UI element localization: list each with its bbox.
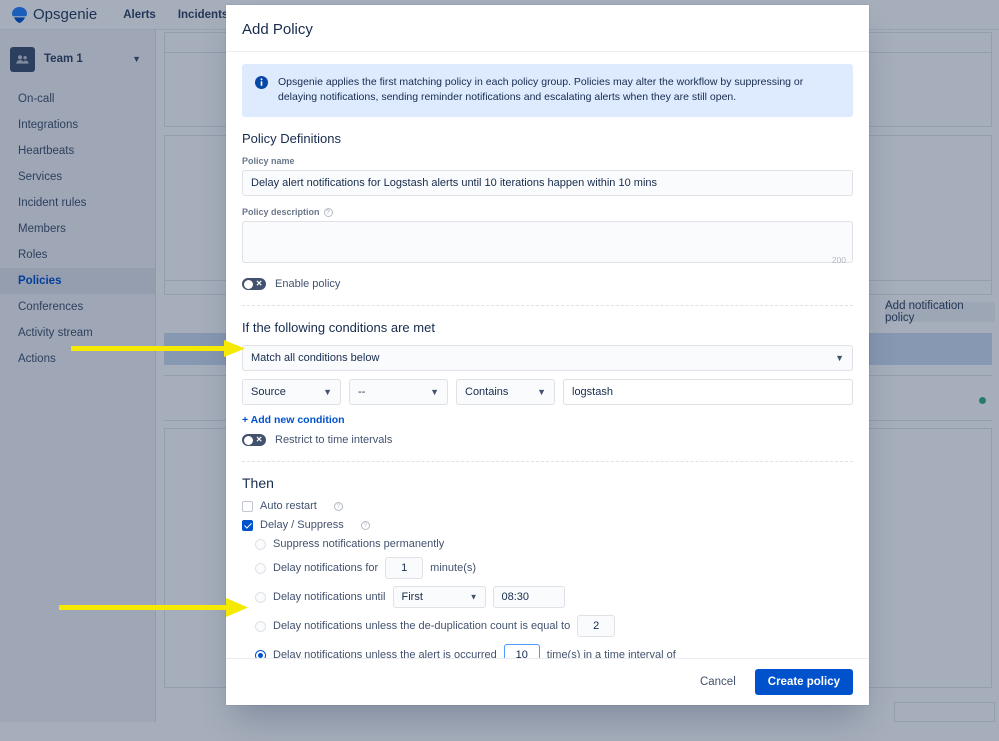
create-policy-button[interactable]: Create policy bbox=[754, 669, 853, 695]
delay-occurrence-suffix-label: time(s) in a time interval of bbox=[546, 649, 676, 658]
option-delay-until[interactable]: Delay notifications until First ▼ 08:30 bbox=[255, 586, 853, 608]
toggle-off-x-icon: ✕ bbox=[255, 279, 263, 288]
condition-value-text: logstash bbox=[572, 386, 613, 398]
delay-for-unit-label: minute(s) bbox=[430, 562, 477, 574]
dialog-title: Add Policy bbox=[242, 21, 313, 38]
delay-until-label: Delay notifications until bbox=[273, 591, 386, 603]
condition-operator-select[interactable]: Contains ▼ bbox=[456, 379, 555, 405]
option-suppress-permanently[interactable]: Suppress notifications permanently bbox=[255, 538, 853, 550]
dialog-body: Opsgenie applies the first matching poli… bbox=[226, 52, 869, 658]
chevron-down-icon: ▼ bbox=[537, 387, 546, 397]
delay-dedup-label: Delay notifications unless the de-duplic… bbox=[273, 620, 571, 632]
add-policy-dialog: Add Policy Opsgenie applies the first ma… bbox=[226, 5, 869, 705]
restrict-time-intervals-label: Restrict to time intervals bbox=[275, 434, 393, 446]
suppress-permanently-radio[interactable] bbox=[255, 538, 266, 550]
conditions-heading: If the following conditions are met bbox=[242, 320, 435, 335]
policy-description-label-text: Policy description bbox=[242, 207, 320, 217]
info-banner: Opsgenie applies the first matching poli… bbox=[242, 64, 853, 117]
suppress-permanently-label: Suppress notifications permanently bbox=[273, 538, 445, 550]
restrict-time-intervals-toggle[interactable]: ✕ bbox=[242, 434, 266, 446]
info-banner-text: Opsgenie applies the first matching poli… bbox=[278, 76, 804, 103]
condition-value-input[interactable]: logstash bbox=[563, 379, 853, 405]
delay-for-label: Delay notifications for bbox=[273, 562, 379, 574]
policy-definitions-heading: Policy Definitions bbox=[242, 131, 341, 146]
condition-operator-value: Contains bbox=[465, 386, 509, 398]
delay-until-time-value: 08:30 bbox=[501, 591, 530, 603]
condition-row: Source ▼ -- ▼ Contains ▼ logstash bbox=[242, 379, 853, 405]
help-icon[interactable]: ? bbox=[333, 501, 343, 511]
chevron-down-icon: ▼ bbox=[430, 387, 439, 397]
delay-suppress-checkbox[interactable] bbox=[242, 519, 253, 531]
toggle-knob bbox=[243, 279, 253, 289]
delay-for-radio[interactable] bbox=[255, 562, 266, 574]
toggle-off-x-icon: ✕ bbox=[255, 435, 263, 444]
delay-suppress-label: Delay / Suppress bbox=[260, 519, 344, 531]
delay-occurrence-radio[interactable] bbox=[255, 649, 266, 658]
help-icon[interactable]: ? bbox=[360, 520, 370, 530]
auto-restart-label: Auto restart bbox=[260, 500, 317, 512]
toggle-knob bbox=[243, 435, 253, 445]
separator-2 bbox=[242, 461, 853, 462]
delay-suppress-row: Delay / Suppress ? bbox=[242, 519, 853, 531]
cancel-button[interactable]: Cancel bbox=[691, 670, 745, 694]
dialog-footer: Cancel Create policy bbox=[226, 658, 869, 705]
auto-restart-row: Auto restart ? bbox=[242, 500, 853, 512]
help-icon[interactable]: ? bbox=[323, 207, 333, 217]
enable-policy-label: Enable policy bbox=[275, 278, 341, 290]
delay-occurrence-label: Delay notifications unless the alert is … bbox=[273, 649, 497, 658]
condition-key-value: -- bbox=[358, 386, 366, 398]
auto-restart-checkbox[interactable] bbox=[242, 500, 253, 512]
policy-description-label: Policy description ? bbox=[242, 207, 853, 217]
chevron-down-icon: ▼ bbox=[469, 592, 478, 602]
delay-until-time-input[interactable]: 08:30 bbox=[492, 586, 565, 608]
delay-until-occurrence-value: First bbox=[401, 591, 423, 603]
delay-occurrence-times-input[interactable] bbox=[503, 644, 540, 658]
option-delay-for[interactable]: Delay notifications for minute(s) bbox=[255, 557, 853, 579]
then-heading: Then bbox=[242, 475, 274, 491]
policy-description-textarea[interactable] bbox=[242, 221, 853, 263]
policy-name-input[interactable] bbox=[242, 170, 853, 196]
option-delay-dedup[interactable]: Delay notifications unless the de-duplic… bbox=[255, 615, 853, 637]
policy-name-label-text: Policy name bbox=[242, 156, 295, 166]
info-icon bbox=[255, 76, 268, 89]
enable-policy-row: ✕ Enable policy bbox=[242, 278, 853, 290]
dialog-header: Add Policy bbox=[226, 5, 869, 52]
chevron-down-icon: ▼ bbox=[835, 353, 844, 363]
option-delay-occurrence[interactable]: Delay notifications unless the alert is … bbox=[255, 644, 853, 658]
condition-field-value: Source bbox=[251, 386, 286, 398]
separator-1 bbox=[242, 305, 853, 306]
condition-field-select[interactable]: Source ▼ bbox=[242, 379, 341, 405]
policy-description-wrapper: 200 bbox=[242, 221, 853, 268]
condition-key-select[interactable]: -- ▼ bbox=[349, 379, 448, 405]
delay-dedup-count-input[interactable] bbox=[577, 615, 616, 637]
delay-until-radio[interactable] bbox=[255, 591, 266, 603]
match-conditions-value: Match all conditions below bbox=[251, 352, 380, 364]
restrict-time-intervals-row: ✕ Restrict to time intervals bbox=[242, 434, 853, 446]
delay-until-occurrence-select[interactable]: First ▼ bbox=[392, 586, 486, 608]
match-conditions-select[interactable]: Match all conditions below ▼ bbox=[242, 345, 853, 371]
chevron-down-icon: ▼ bbox=[323, 387, 332, 397]
delay-suppress-options: Suppress notifications permanently Delay… bbox=[255, 538, 853, 658]
character-counter: 200 bbox=[831, 255, 846, 265]
delay-dedup-radio[interactable] bbox=[255, 620, 266, 632]
enable-policy-toggle[interactable]: ✕ bbox=[242, 278, 266, 290]
policy-name-label: Policy name bbox=[242, 156, 853, 166]
delay-for-minutes-input[interactable] bbox=[385, 557, 424, 579]
add-new-condition-link[interactable]: + Add new condition bbox=[242, 414, 853, 426]
